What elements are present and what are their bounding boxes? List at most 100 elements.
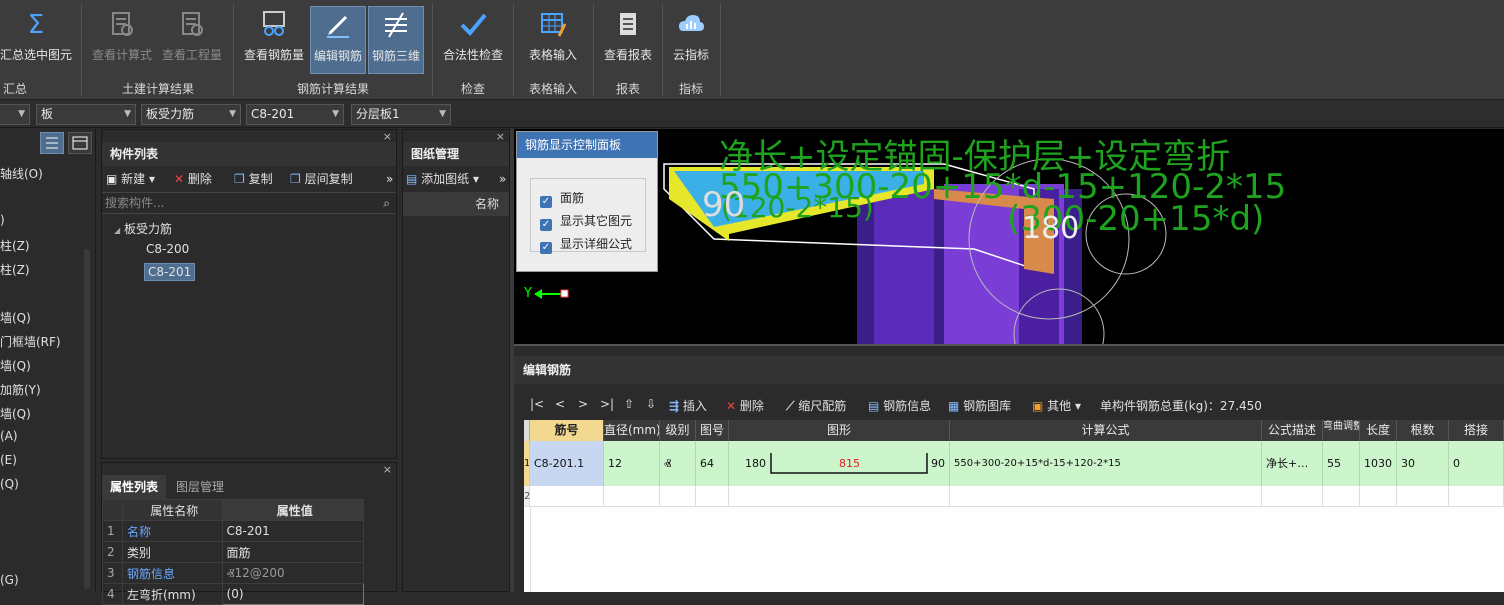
shape-left-dim[interactable]: 180 <box>745 441 766 486</box>
show-other-elements-checkbox[interactable]: ✓ 显示其它图元 <box>540 212 632 231</box>
cell-bar-no[interactable]: C8-201.1 <box>530 441 604 486</box>
prop-value[interactable]: (0) <box>221 583 365 605</box>
tree-node-parent[interactable]: ◢ 板受力筋 <box>114 220 172 237</box>
rebar-info-button[interactable]: ▤ 钢筋信息 <box>868 397 931 414</box>
category-select[interactable]: 板 ▼ <box>36 104 136 125</box>
col-grade[interactable]: 级别 <box>660 420 696 441</box>
component-select[interactable]: C8-201 ▼ <box>246 104 344 125</box>
first-record-button[interactable]: |< <box>530 397 544 411</box>
scale-rebar-button[interactable]: ⟋ 缩尺配筋 <box>786 397 846 414</box>
property-row[interactable]: 1 名称 C8-201 <box>102 520 365 542</box>
search-icon[interactable]: ⌕ <box>383 193 390 213</box>
detail-view-toggle[interactable] <box>68 132 92 154</box>
col-diameter[interactable]: 直径(mm) <box>604 420 660 441</box>
nav-item-wall[interactable]: 墙(Q) <box>0 357 31 374</box>
empty-cell[interactable] <box>1449 486 1504 507</box>
nav-item[interactable]: (G) <box>0 573 19 587</box>
move-down-icon[interactable]: ⇩ <box>646 397 656 411</box>
col-shape[interactable]: 图形 <box>729 420 950 441</box>
validity-check-button[interactable]: 合法性检查 <box>438 6 508 74</box>
view-report-button[interactable]: 查看报表 <box>598 6 658 74</box>
cell-diameter[interactable]: 12 <box>604 441 660 486</box>
cell-shape[interactable]: 180 815 90 <box>729 441 950 486</box>
scrollbar[interactable] <box>84 249 90 589</box>
other-menu-button[interactable]: ▣ 其他 ▾ <box>1032 397 1081 414</box>
tab-layers[interactable]: 图层管理 <box>168 475 232 499</box>
nav-item[interactable]: (Q) <box>0 477 19 491</box>
rebar-3d-button[interactable]: 钢筋三维 <box>368 6 424 74</box>
col-fig-no[interactable]: 图号 <box>696 420 729 441</box>
insert-button[interactable]: ⇶ 插入 <box>669 397 707 414</box>
layer-select[interactable]: 分层板1 ▼ <box>351 104 451 125</box>
more-icon[interactable]: » <box>499 166 506 192</box>
empty-cell[interactable] <box>729 486 950 507</box>
nav-item-reinforcement[interactable]: 加筋(Y) <box>0 381 41 398</box>
rebar-3d-viewport[interactable]: 净长+设定锚固-保护层+设定弯折 550+300-20+15*d-15+120-… <box>514 129 1504 344</box>
last-record-button[interactable]: >| <box>600 397 614 411</box>
nav-item-door-frame-wall[interactable]: 门框墙(RF) <box>0 333 61 350</box>
type-select[interactable]: 板受力筋 ▼ <box>141 104 241 125</box>
view-rebar-quantity-button[interactable]: 查看钢筋量 <box>240 6 308 74</box>
delete-row-button[interactable]: ✕ 删除 <box>726 397 764 414</box>
tree-node-child[interactable]: C8-200 <box>146 242 189 256</box>
view-quantity-button[interactable]: 查看工程量 <box>158 6 226 74</box>
prop-value[interactable]: Ⱏ12@200 <box>221 562 365 584</box>
cell-count[interactable]: 30 <box>1397 441 1449 486</box>
cell-length[interactable]: 1030 <box>1360 441 1397 486</box>
view-formula-button[interactable]: 查看计算式 <box>88 6 156 74</box>
empty-cell[interactable] <box>1323 486 1360 507</box>
prop-value[interactable]: C8-201 <box>221 520 365 542</box>
floor-select[interactable]: ▼ <box>0 104 30 125</box>
empty-cell[interactable] <box>1262 486 1323 507</box>
property-row[interactable]: 3 钢筋信息 Ⱏ12@200 <box>102 562 365 584</box>
new-button[interactable]: ▣ 新建 ▾ <box>106 166 155 192</box>
nav-item-wall[interactable]: 墙(Q) <box>0 405 31 422</box>
nav-item[interactable]: (E) <box>0 453 17 467</box>
property-row[interactable]: 2 类别 面筋 <box>102 541 365 563</box>
empty-cell[interactable] <box>604 486 660 507</box>
nav-item-axis[interactable]: 轴线(O) <box>0 165 43 182</box>
col-length[interactable]: 长度 <box>1360 420 1397 441</box>
col-bend-adjust[interactable]: 弯曲调整 <box>1323 420 1360 441</box>
cloud-index-button[interactable]: 云指标 <box>666 6 716 74</box>
floor-copy-button[interactable]: ❐ 层间复制 <box>290 166 353 192</box>
prev-record-button[interactable]: < <box>555 397 565 411</box>
empty-cell[interactable] <box>696 486 729 507</box>
property-row[interactable]: 4 左弯折(mm) (0) <box>102 583 365 605</box>
nav-item[interactable]: ) <box>0 213 5 227</box>
cell-formula-desc[interactable]: 净长+… <box>1262 441 1323 486</box>
copy-button[interactable]: ❐ 复制 <box>234 166 273 192</box>
nav-item[interactable]: (A) <box>0 429 18 443</box>
cell-formula[interactable]: 550+300-20+15*d-15+120-2*15 <box>950 441 1262 486</box>
edit-rebar-button[interactable]: 编辑钢筋 <box>310 6 366 74</box>
col-count[interactable]: 根数 <box>1397 420 1449 441</box>
empty-cell[interactable] <box>530 486 604 507</box>
cell-fig-no[interactable]: 64 <box>696 441 729 486</box>
empty-cell[interactable] <box>1360 486 1397 507</box>
shape-right-dim[interactable]: 90 <box>931 441 945 486</box>
table-input-button[interactable]: 表格输入 <box>518 6 588 74</box>
close-icon[interactable]: × <box>383 130 392 143</box>
cell-bend-adjust[interactable]: 55 <box>1323 441 1360 486</box>
rebar-library-button[interactable]: ▦ 钢筋图库 <box>948 397 1011 414</box>
add-drawing-button[interactable]: ▤ 添加图纸 ▾ <box>406 166 479 192</box>
move-up-icon[interactable]: ⇧ <box>624 397 634 411</box>
next-record-button[interactable]: > <box>578 397 588 411</box>
nav-item-column[interactable]: 柱(Z) <box>0 237 30 254</box>
tree-node-child-selected[interactable]: C8-201 <box>144 263 196 281</box>
prop-value[interactable]: 面筋 <box>221 541 365 563</box>
component-search[interactable]: 搜索构件... ⌕ <box>102 192 396 214</box>
face-rebar-checkbox[interactable]: ✓ 面筋 <box>540 189 584 208</box>
close-icon[interactable]: × <box>496 130 505 143</box>
empty-cell[interactable] <box>950 486 1262 507</box>
empty-cell[interactable] <box>1397 486 1449 507</box>
summarize-selected-button[interactable]: Σ 汇总选中图元 <box>0 6 72 74</box>
delete-button[interactable]: ✕ 删除 <box>174 166 212 192</box>
nav-item-column[interactable]: 柱(Z) <box>0 261 30 278</box>
list-view-toggle[interactable] <box>40 132 64 154</box>
col-formula-desc[interactable]: 公式描述 <box>1262 420 1323 441</box>
cell-grade[interactable]: Ⱏ <box>660 441 696 486</box>
cell-lap[interactable]: 0 <box>1449 441 1504 486</box>
more-icon[interactable]: » <box>386 166 393 192</box>
col-bar-no[interactable]: 筋号 <box>530 420 604 441</box>
